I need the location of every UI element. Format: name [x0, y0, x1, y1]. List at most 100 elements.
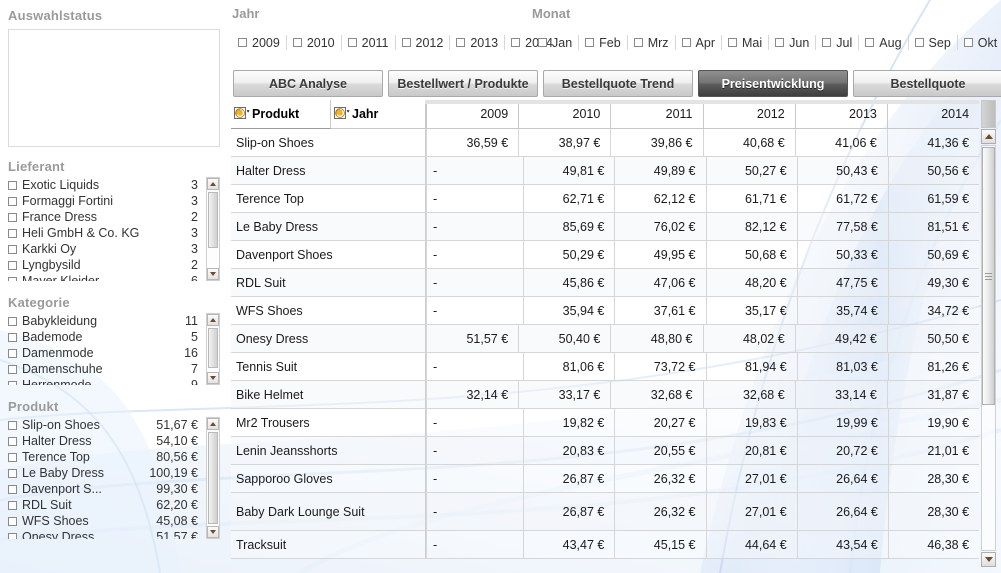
checkbox-icon[interactable]	[8, 332, 17, 342]
list-item[interactable]: Le Baby Dress 100,19 €	[8, 465, 220, 481]
table-row[interactable]: Lenin Jeansshorts - 20,83 € 20,55 € 20,8…	[231, 437, 980, 465]
checkbox-icon[interactable]	[511, 38, 521, 47]
table-row[interactable]: RDL Suit - 45,86 € 47,06 € 48,20 € 47,75…	[231, 269, 980, 297]
tab-abc-analyse[interactable]: ABC Analyse	[233, 70, 383, 97]
table-row[interactable]: Tracksuit - 43,47 € 45,15 € 44,64 € 43,5…	[231, 531, 980, 559]
checkbox-icon[interactable]	[727, 38, 737, 47]
checkbox-icon[interactable]	[8, 276, 17, 281]
table-row[interactable]: Mr2 Trousers - 19,82 € 20,27 € 19,83 € 1…	[231, 409, 980, 437]
table-row[interactable]: Terence Top - 62,71 € 62,12 € 61,71 € 61…	[231, 185, 980, 213]
list-item[interactable]: Heli GmbH & Co. KG 3	[8, 225, 220, 241]
checkbox-icon[interactable]	[963, 38, 973, 47]
table-row[interactable]: Le Baby Dress - 85,69 € 76,02 € 82,12 € …	[231, 213, 980, 241]
list-item[interactable]: Herrenmode 9	[8, 377, 220, 385]
lieferant-scrollbar[interactable]	[206, 177, 220, 281]
scroll-up-button[interactable]	[207, 178, 219, 190]
table-row[interactable]: Slip-on Shoes 36,59 € 38,97 € 39,86 € 40…	[231, 129, 980, 157]
checkbox-icon[interactable]	[538, 38, 547, 47]
scroll-up-button[interactable]	[207, 418, 219, 430]
list-item[interactable]: WFS Shoes 45,08 €	[8, 513, 220, 529]
tab-preisentwicklung[interactable]: Preisentwicklung	[698, 70, 848, 97]
table-row[interactable]: Tennis Suit - 81,06 € 73,72 € 81,94 € 81…	[231, 353, 980, 381]
column-header-2009[interactable]: 2009	[426, 100, 519, 129]
filter-chip-monat[interactable]: Apr	[674, 35, 721, 50]
table-row[interactable]: Bike Helmet 32,14 € 33,17 € 32,68 € 32,6…	[231, 381, 980, 409]
checkbox-icon[interactable]	[401, 38, 411, 47]
checkbox-icon[interactable]	[775, 38, 785, 47]
checkbox-icon[interactable]	[585, 38, 595, 47]
checkbox-icon[interactable]	[633, 38, 643, 47]
checkbox-icon[interactable]	[8, 212, 17, 222]
kategorie-scrollbar[interactable]	[206, 313, 220, 385]
filter-chip-monat[interactable]: Aug	[858, 35, 907, 50]
column-header-2012[interactable]: 2012	[702, 100, 795, 129]
checkbox-icon[interactable]	[8, 180, 17, 190]
checkbox-icon[interactable]	[238, 38, 247, 47]
checkbox-icon[interactable]	[292, 38, 302, 47]
list-item[interactable]: RDL Suit 62,20 €	[8, 497, 220, 513]
scroll-down-button[interactable]	[207, 268, 219, 280]
table-row[interactable]: Davenport Shoes - 50,29 € 49,95 € 50,68 …	[231, 241, 980, 269]
checkbox-icon[interactable]	[8, 532, 17, 539]
scroll-down-button[interactable]	[207, 526, 219, 538]
scrollbar-thumb[interactable]	[208, 328, 218, 368]
table-row[interactable]: Onesy Dress 51,57 € 50,40 € 48,80 € 48,0…	[231, 325, 980, 353]
tab-bestellquote[interactable]: Bestellquote	[853, 70, 1001, 97]
checkbox-icon[interactable]	[8, 452, 17, 462]
filter-chip-jahr[interactable]: 2010	[285, 35, 341, 50]
filter-chip-monat[interactable]: Mrz	[626, 35, 675, 50]
filter-chip-jahr[interactable]: 2013	[449, 35, 504, 50]
checkbox-icon[interactable]	[347, 38, 357, 47]
scrollbar-thumb[interactable]	[982, 147, 995, 405]
checkbox-icon[interactable]	[8, 436, 17, 446]
list-item[interactable]: Onesy Dress 51,57 €	[8, 529, 220, 539]
filter-chip-monat[interactable]: Feb	[578, 35, 627, 50]
checkbox-icon[interactable]	[8, 260, 17, 270]
scroll-down-button[interactable]	[207, 372, 219, 384]
filter-chip-jahr[interactable]: 2009	[232, 35, 286, 50]
filter-chip-jahr[interactable]: 2012	[394, 35, 450, 50]
list-item[interactable]: Damenmode 16	[8, 345, 220, 361]
filter-chip-monat[interactable]: Jun	[768, 35, 815, 50]
list-item[interactable]: Halter Dress 54,10 €	[8, 433, 220, 449]
checkbox-icon[interactable]	[8, 316, 17, 326]
filter-chip-jahr[interactable]: 2011	[340, 35, 395, 50]
produkt-scrollbar[interactable]	[206, 417, 220, 539]
column-header-2010[interactable]: 2010	[518, 100, 611, 129]
checkbox-icon[interactable]	[822, 38, 832, 47]
list-item[interactable]: Terence Top 80,56 €	[8, 449, 220, 465]
list-item[interactable]: Karkki Oy 3	[8, 241, 220, 257]
list-item[interactable]: Damenschuhe 7	[8, 361, 220, 377]
table-row[interactable]: Halter Dress - 49,81 € 49,89 € 50,27 € 5…	[231, 157, 980, 185]
checkbox-icon[interactable]	[8, 500, 17, 510]
checkbox-icon[interactable]	[8, 348, 17, 358]
checkbox-icon[interactable]	[8, 516, 17, 526]
column-header-2011[interactable]: 2011	[610, 100, 703, 129]
checkbox-icon[interactable]	[8, 420, 17, 430]
list-item[interactable]: Exotic Liquids 3	[8, 177, 220, 193]
list-item[interactable]: Babykleidung 11	[8, 313, 220, 329]
kategorie-listbox[interactable]: Babykleidung 11 Bademode 5 Damenmode 16 Dam…	[8, 313, 220, 385]
dimension-header-produkt[interactable]: Produkt	[231, 100, 331, 129]
tab-bestellquote-trend[interactable]: Bestellquote Trend	[543, 70, 693, 97]
list-item[interactable]: France Dress 2	[8, 209, 220, 225]
column-header-2014[interactable]: 2014	[886, 100, 980, 129]
selection-status-box[interactable]	[8, 29, 220, 147]
list-item[interactable]: Davenport S... 99,30 €	[8, 481, 220, 497]
pivot-cycle-icon[interactable]	[234, 106, 250, 122]
filter-chip-monat[interactable]: Okt	[956, 35, 1001, 50]
list-item[interactable]: Slip-on Shoes 51,67 €	[8, 417, 220, 433]
table-row[interactable]: Sapporoo Gloves - 26,87 € 26,32 € 27,01 …	[231, 465, 980, 493]
list-item[interactable]: Formaggi Fortini 3	[8, 193, 220, 209]
dimension-header-jahr[interactable]: Jahr	[331, 100, 426, 129]
filter-chip-monat[interactable]: Mai	[720, 35, 768, 50]
checkbox-icon[interactable]	[8, 228, 17, 238]
filter-chip-monat[interactable]: Jan	[532, 35, 578, 50]
scroll-down-button[interactable]	[981, 552, 996, 567]
tab-bestellwert-produkte[interactable]: Bestellwert / Produkte	[388, 70, 538, 97]
pivot-cycle-icon[interactable]	[334, 106, 350, 122]
checkbox-icon[interactable]	[456, 38, 466, 47]
checkbox-icon[interactable]	[8, 196, 17, 206]
checkbox-icon[interactable]	[865, 38, 875, 47]
lieferant-listbox[interactable]: Exotic Liquids 3 Formaggi Fortini 3 France…	[8, 177, 220, 281]
